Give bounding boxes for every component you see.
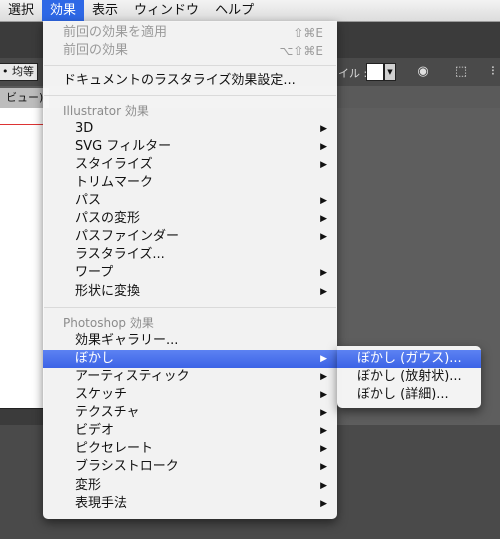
menu-separator <box>44 65 336 66</box>
fill-label: イル : <box>338 67 368 80</box>
menu-item-convert-to-shape[interactable]: 形状に変換 ▶ <box>43 283 337 301</box>
menu-item-label: ピクセレート <box>75 441 154 456</box>
blur-submenu: ぼかし (ガウス)... ぼかし (放射状)... ぼかし (詳細)... <box>337 346 481 408</box>
submenu-item-smart-blur[interactable]: ぼかし (詳細)... <box>337 386 481 404</box>
document-tab[interactable]: ビュー) <box>0 88 50 108</box>
stroke-profile-field[interactable]: • 均等 <box>0 63 38 81</box>
submenu-arrow-icon: ▶ <box>320 390 327 400</box>
submenu-arrow-icon: ▶ <box>320 196 327 206</box>
menu-item-label: スタイライズ <box>75 157 153 172</box>
menu-item-label: 前回の効果を適用 <box>63 25 168 40</box>
menu-item-video[interactable]: ビデオ ▶ <box>43 422 337 440</box>
menu-window[interactable]: ウィンドウ <box>126 0 207 21</box>
menu-item-label: ラスタライズ... <box>75 247 165 262</box>
menu-item-last-effect[interactable]: 前回の効果 ⌥⇧⌘E <box>43 42 337 60</box>
menu-help[interactable]: ヘルプ <box>207 0 262 21</box>
menu-item-label: ぼかし (詳細)... <box>357 387 449 402</box>
menu-item-svg-filter[interactable]: SVG フィルター ▶ <box>43 138 337 156</box>
menu-item-label: スケッチ <box>75 387 128 402</box>
menu-item-stylize[interactable]: スタイライズ ▶ <box>43 156 337 174</box>
menu-item-apply-last-effect[interactable]: 前回の効果を適用 ⇧⌘E <box>43 24 337 42</box>
menu-item-label: パスの変形 <box>75 211 141 226</box>
guide-line <box>0 124 44 125</box>
submenu-item-gaussian-blur[interactable]: ぼかし (ガウス)... <box>337 350 481 368</box>
menu-item-warp[interactable]: ワープ ▶ <box>43 264 337 282</box>
section-header-illustrator: Illustrator 効果 <box>63 104 149 118</box>
submenu-arrow-icon: ▶ <box>320 160 327 170</box>
menu-select[interactable]: 選択 <box>0 0 42 21</box>
menu-item-label: テクスチャ <box>75 405 140 420</box>
submenu-arrow-icon: ▶ <box>320 462 327 472</box>
submenu-arrow-icon: ▶ <box>320 481 327 491</box>
menu-item-label: ワープ <box>75 265 114 280</box>
section-header-photoshop: Photoshop 効果 <box>63 316 154 330</box>
effect-menu: 前回の効果を適用 ⇧⌘E 前回の効果 ⌥⇧⌘E ドキュメントのラスタライズ効果設… <box>43 21 337 519</box>
menu-item-trim-marks[interactable]: トリムマーク <box>43 174 337 192</box>
menu-item-blur[interactable]: ぼかし ▶ <box>43 350 337 368</box>
menubar: 選択 効果 表示 ウィンドウ ヘルプ <box>0 0 500 22</box>
submenu-arrow-icon: ▶ <box>320 354 327 364</box>
menu-separator <box>44 307 336 308</box>
menu-item-label: ぼかし (ガウス)... <box>357 351 462 366</box>
menu-separator <box>44 95 336 96</box>
menu-item-pixelate[interactable]: ピクセレート ▶ <box>43 440 337 458</box>
menu-item-rasterize[interactable]: ラスタライズ... <box>43 246 337 264</box>
submenu-arrow-icon: ▶ <box>320 408 327 418</box>
menu-item-label: 3D <box>75 121 94 136</box>
menu-item-label: ぼかし (放射状)... <box>357 369 462 384</box>
menu-item-label: ぼかし <box>75 351 115 366</box>
submenu-arrow-icon: ▶ <box>320 426 327 436</box>
menu-item-path[interactable]: パス ▶ <box>43 192 337 210</box>
menu-item-label: ビデオ <box>75 423 115 438</box>
fill-dropdown-icon[interactable]: ▼ <box>384 63 396 81</box>
menu-item-label: 前回の効果 <box>63 43 129 58</box>
menu-effect[interactable]: 効果 <box>42 0 85 21</box>
submenu-arrow-icon: ▶ <box>320 232 327 242</box>
menu-item-label: パス <box>75 193 102 208</box>
submenu-arrow-icon: ▶ <box>320 444 327 454</box>
menu-item-label: ドキュメントのラスタライズ効果設定... <box>63 73 296 88</box>
submenu-arrow-icon: ▶ <box>320 499 327 509</box>
align-icon[interactable]: ⬚ <box>452 63 470 81</box>
menu-item-label: 表現手法 <box>75 496 128 511</box>
menu-item-sketch[interactable]: スケッチ ▶ <box>43 386 337 404</box>
transform-icon[interactable]: ⁝ <box>484 63 500 81</box>
menu-item-distort[interactable]: 変形 ▶ <box>43 477 337 495</box>
submenu-arrow-icon: ▶ <box>320 142 327 152</box>
recolor-icon[interactable]: ◉ <box>414 63 432 81</box>
menu-view[interactable]: 表示 <box>84 0 126 21</box>
shortcut-label: ⇧⌘E <box>293 26 323 40</box>
shortcut-label: ⌥⇧⌘E <box>279 44 323 58</box>
submenu-arrow-icon: ▶ <box>320 372 327 382</box>
menu-item-pathfinder[interactable]: パスファインダー ▶ <box>43 228 337 246</box>
artboard[interactable] <box>0 108 44 409</box>
menu-item-brush-strokes[interactable]: ブラシストローク ▶ <box>43 458 337 476</box>
menu-item-label: 形状に変換 <box>75 284 141 299</box>
menu-item-label: 効果ギャラリー... <box>75 333 179 348</box>
fill-swatch[interactable] <box>366 63 384 81</box>
menu-item-label: アーティスティック <box>75 369 190 384</box>
menu-item-document-raster-settings[interactable]: ドキュメントのラスタライズ効果設定... <box>43 72 337 90</box>
menu-item-stylize-ps[interactable]: 表現手法 ▶ <box>43 495 337 513</box>
submenu-arrow-icon: ▶ <box>320 268 327 278</box>
menu-item-label: ブラシストローク <box>75 459 179 474</box>
menu-item-effect-gallery[interactable]: 効果ギャラリー... <box>43 332 337 350</box>
menu-item-label: 変形 <box>75 478 102 493</box>
submenu-item-radial-blur[interactable]: ぼかし (放射状)... <box>337 368 481 386</box>
menu-item-label: SVG フィルター <box>75 139 172 154</box>
menu-item-texture[interactable]: テクスチャ ▶ <box>43 404 337 422</box>
menu-item-label: トリムマーク <box>75 175 154 190</box>
menu-item-artistic[interactable]: アーティスティック ▶ <box>43 368 337 386</box>
menu-item-distort-transform[interactable]: パスの変形 ▶ <box>43 210 337 228</box>
submenu-arrow-icon: ▶ <box>320 287 327 297</box>
submenu-arrow-icon: ▶ <box>320 214 327 224</box>
menu-item-label: パスファインダー <box>75 229 180 244</box>
submenu-arrow-icon: ▶ <box>320 124 327 134</box>
menu-item-3d[interactable]: 3D ▶ <box>43 120 337 138</box>
